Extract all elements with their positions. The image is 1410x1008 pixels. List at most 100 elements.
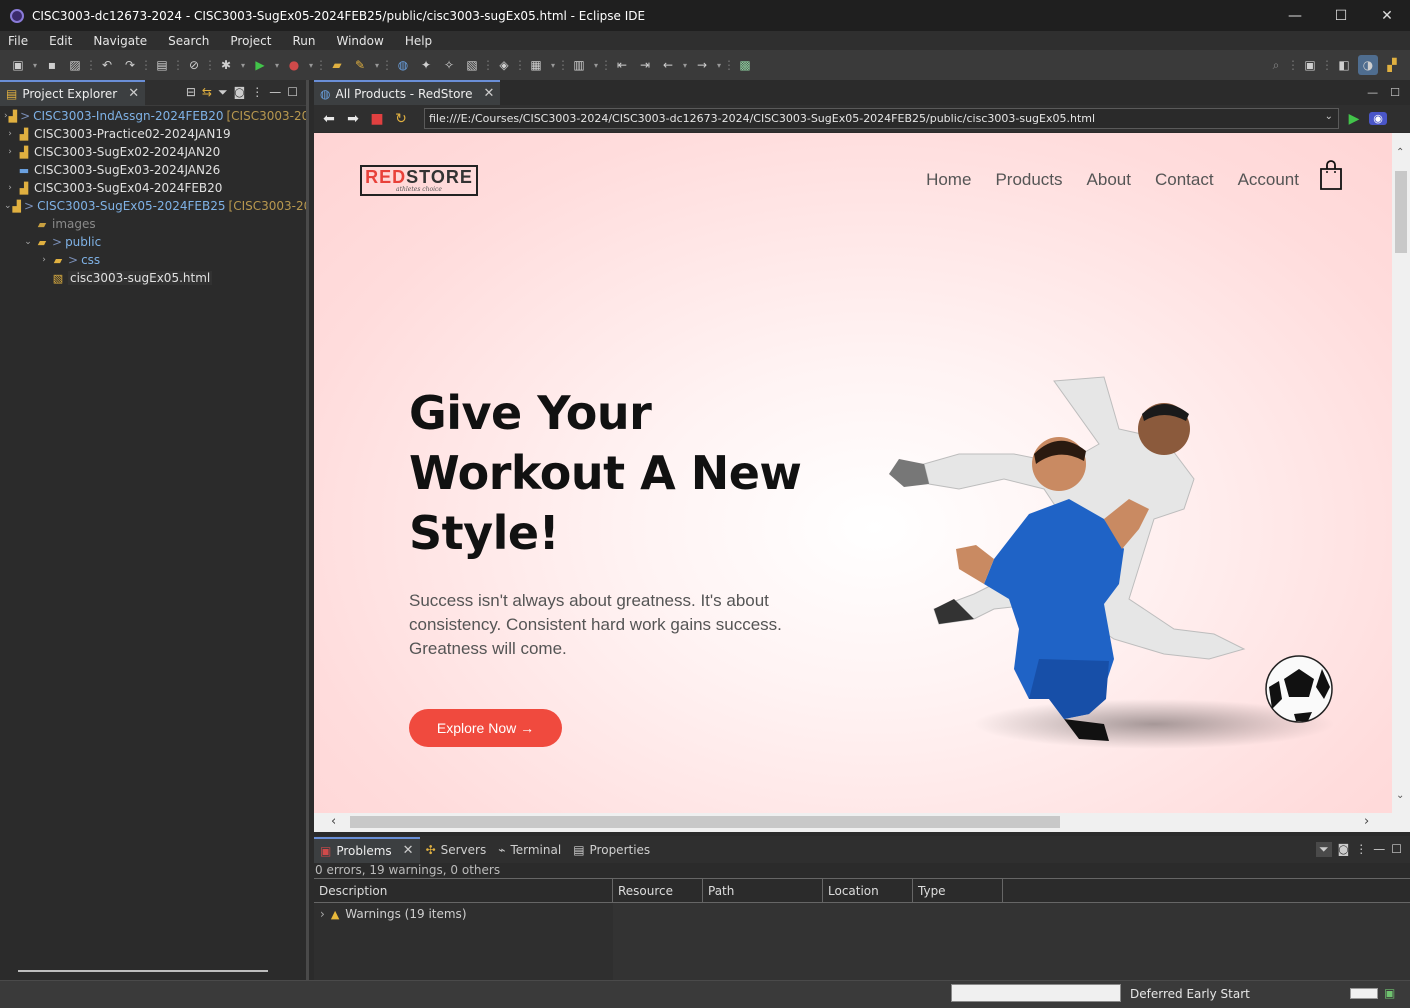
column-path[interactable]: Path: [703, 879, 823, 902]
tree-item[interactable]: › ▰ > css: [0, 251, 306, 269]
back-dropdown-icon[interactable]: ▾: [681, 55, 689, 75]
last-edit-icon[interactable]: ⇤: [612, 55, 632, 75]
tree-item[interactable]: › ▟ CISC3003-SugEx02-2024JAN20: [0, 143, 306, 161]
back-icon[interactable]: ⬅: [320, 111, 338, 127]
external-tools-dropdown-icon[interactable]: ▾: [307, 55, 315, 75]
tree-item[interactable]: ⌄ ▟ > CISC3003-SugEx05-2024FEB25 [CISC30…: [0, 197, 306, 215]
run-icon[interactable]: ▶: [250, 55, 270, 75]
table-row[interactable]: › ▲ Warnings (19 items): [320, 907, 467, 921]
brush-dropdown-icon[interactable]: ▾: [373, 55, 381, 75]
column-resource[interactable]: Resource: [613, 879, 703, 902]
filter-icon[interactable]: ⏷: [218, 85, 228, 100]
explore-now-button[interactable]: Explore Now →: [409, 709, 562, 747]
nav-contact-link[interactable]: Contact: [1155, 170, 1214, 190]
shopping-bag-icon[interactable]: [1319, 160, 1343, 190]
focus-icon[interactable]: ◙: [1338, 842, 1350, 857]
maximize-view-icon[interactable]: ☐: [1390, 86, 1400, 99]
refresh-icon[interactable]: ↻: [392, 111, 410, 127]
menu-edit[interactable]: Edit: [43, 34, 78, 48]
progress-view-icon[interactable]: ▣: [1384, 986, 1395, 1000]
expand-icon[interactable]: ›: [4, 111, 8, 121]
open-perspective-icon[interactable]: ▣: [1300, 55, 1320, 75]
tree-item[interactable]: › ▟ > CISC3003-IndAssgn-2024FEB20 [CISC3…: [0, 107, 306, 125]
redstore-logo[interactable]: REDSTORE athletes choice: [360, 165, 478, 196]
close-icon[interactable]: ✕: [483, 86, 494, 101]
menu-project[interactable]: Project: [224, 34, 277, 48]
annotation-icon[interactable]: ▥: [569, 55, 589, 75]
terminal-icon[interactable]: ▤: [152, 55, 172, 75]
new-icon[interactable]: ▣: [8, 55, 28, 75]
new-web-project-icon[interactable]: ✧: [439, 55, 459, 75]
tree-item[interactable]: ▬ CISC3003-SugEx03-2024JAN26: [0, 161, 306, 179]
column-type[interactable]: Type: [913, 879, 1003, 902]
collapse-icon[interactable]: ⌄: [4, 201, 12, 211]
horizontal-scrollbar[interactable]: [18, 970, 268, 972]
collapse-icon[interactable]: ⌄: [22, 237, 34, 247]
brush-icon[interactable]: ✎: [350, 55, 370, 75]
maximize-button[interactable]: ☐: [1318, 0, 1364, 31]
tab-problems[interactable]: ▣ Problems ✕: [314, 836, 420, 863]
java-ee-perspective-icon[interactable]: ◧: [1334, 55, 1354, 75]
nav-products-link[interactable]: Products: [995, 170, 1062, 190]
column-description[interactable]: Description: [314, 879, 613, 902]
globe-icon[interactable]: ◍: [393, 55, 413, 75]
skip-breakpoints-icon[interactable]: ⊘: [184, 55, 204, 75]
maximize-view-icon[interactable]: ☐: [287, 85, 298, 100]
debug-icon[interactable]: ✱: [216, 55, 236, 75]
expand-icon[interactable]: ›: [4, 129, 16, 139]
annotation-dropdown-icon[interactable]: ▾: [592, 55, 600, 75]
expand-icon[interactable]: ›: [4, 147, 16, 157]
scrollbar-thumb[interactable]: [350, 816, 1060, 828]
chevron-right-icon[interactable]: ›: [320, 907, 325, 921]
new-page-icon[interactable]: ▧: [462, 55, 482, 75]
back-icon[interactable]: ←: [658, 55, 678, 75]
stop-icon[interactable]: ■: [368, 111, 386, 127]
filter-icon[interactable]: ⏷: [1315, 842, 1332, 857]
link-editor-icon[interactable]: ⇆: [202, 85, 212, 100]
expand-icon[interactable]: ›: [4, 183, 16, 193]
run-dropdown-icon[interactable]: ▾: [273, 55, 281, 75]
close-button[interactable]: ✕: [1364, 0, 1410, 31]
menu-search[interactable]: Search: [162, 34, 215, 48]
tree-item[interactable]: ▧ cisc3003-sugEx05.html: [0, 269, 306, 287]
open-folder-icon[interactable]: ▰: [327, 55, 347, 75]
focus-icon[interactable]: ◙: [234, 85, 246, 100]
open-type-icon[interactable]: ◈: [494, 55, 514, 75]
menu-help[interactable]: Help: [399, 34, 438, 48]
forward-dropdown-icon[interactable]: ▾: [715, 55, 723, 75]
undo-icon[interactable]: ↶: [97, 55, 117, 75]
nav-account-link[interactable]: Account: [1238, 170, 1299, 190]
redo-icon[interactable]: ↷: [120, 55, 140, 75]
minimize-view-icon[interactable]: —: [269, 85, 281, 100]
open-resource-icon[interactable]: ▦: [526, 55, 546, 75]
debug-dropdown-icon[interactable]: ▾: [239, 55, 247, 75]
tab-properties[interactable]: ▤ Properties: [567, 837, 656, 863]
save-icon[interactable]: ▪: [42, 55, 62, 75]
vertical-scrollbar[interactable]: ⌃ ⌄: [1392, 133, 1410, 813]
view-menu-icon[interactable]: ⋮: [251, 85, 263, 100]
pin-editor-icon[interactable]: ▩: [735, 55, 755, 75]
forward-icon[interactable]: ➡: [344, 111, 362, 127]
tree-item[interactable]: › ▟ CISC3003-Practice02-2024JAN19: [0, 125, 306, 143]
new-dropdown-icon[interactable]: ▾: [31, 55, 39, 75]
resource-perspective-icon[interactable]: ▞: [1382, 55, 1402, 75]
tab-servers[interactable]: ✣ Servers: [420, 837, 493, 863]
minimize-view-icon[interactable]: —: [1367, 86, 1378, 99]
close-icon[interactable]: ✕: [128, 86, 139, 101]
nav-home-link[interactable]: Home: [926, 170, 971, 190]
tab-terminal[interactable]: ⌁ Terminal: [492, 837, 567, 863]
url-input[interactable]: file:///E:/Courses/CISC3003-2024/CISC300…: [424, 108, 1339, 129]
scroll-left-icon[interactable]: ‹: [331, 814, 336, 829]
expand-icon[interactable]: ›: [38, 255, 50, 265]
menu-run[interactable]: Run: [286, 34, 321, 48]
minimize-button[interactable]: —: [1272, 0, 1318, 31]
menu-file[interactable]: File: [2, 34, 34, 48]
go-icon[interactable]: ▶: [1345, 111, 1363, 127]
web-perspective-icon[interactable]: ◑: [1358, 55, 1378, 75]
minimize-view-icon[interactable]: —: [1373, 842, 1385, 857]
maximize-view-icon[interactable]: ☐: [1391, 842, 1402, 857]
scroll-down-icon[interactable]: ⌄: [1396, 790, 1404, 801]
external-tools-icon[interactable]: ●: [284, 55, 304, 75]
menu-window[interactable]: Window: [330, 34, 389, 48]
open-resource-dropdown-icon[interactable]: ▾: [549, 55, 557, 75]
